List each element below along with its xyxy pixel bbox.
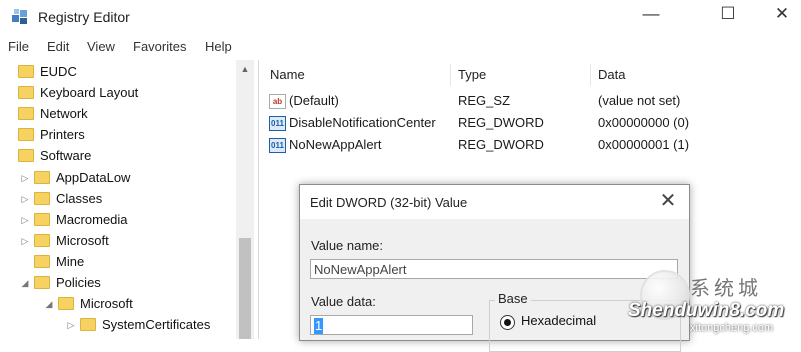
value-type: REG_SZ — [458, 93, 511, 108]
folder-icon — [18, 107, 34, 121]
watermark-brand-en: Shenduwin8.com — [628, 300, 785, 321]
folder-icon — [18, 128, 34, 142]
maximize-button[interactable]: ☐ — [698, 0, 758, 30]
value-data-input[interactable]: 1 — [310, 315, 473, 335]
expand-arrow-icon[interactable]: ▷ — [64, 315, 78, 335]
folder-icon — [34, 234, 50, 248]
expand-arrow-icon[interactable]: ▷ — [18, 189, 32, 209]
value-type: REG_DWORD — [458, 137, 544, 152]
value-data-text: 1 — [314, 318, 324, 334]
collapse-arrow-icon[interactable]: ◢ — [18, 273, 32, 293]
dword-value-icon: 011 — [269, 138, 286, 153]
tree-item[interactable]: ▷ Macromedia — [18, 210, 128, 230]
tree-item[interactable]: ▷ Classes — [18, 189, 103, 209]
collapse-arrow-icon[interactable]: ◢ — [42, 294, 56, 314]
window-title: Registry Editor — [38, 9, 130, 25]
value-data: (value not set) — [598, 93, 681, 108]
folder-icon — [34, 276, 50, 290]
hexadecimal-radio[interactable] — [500, 315, 515, 330]
value-row[interactable]: ab (Default) REG_SZ (value not set) — [262, 90, 801, 112]
menu-help[interactable]: Help — [205, 39, 232, 54]
tree-item[interactable]: Mine — [18, 252, 84, 272]
expand-arrow-icon[interactable]: ▷ — [18, 231, 32, 251]
value-data-label: Value data: — [311, 294, 376, 309]
close-window-button[interactable]: ✕ — [752, 0, 801, 30]
value-name: DisableNotificationCenter — [289, 115, 436, 130]
folder-icon — [34, 213, 50, 227]
tree-scrollbar[interactable]: ▲ — [236, 60, 254, 339]
value-name-field: NoNewAppAlert — [310, 259, 678, 279]
tree-item[interactable]: Network — [2, 104, 88, 124]
scroll-up-arrow-icon[interactable]: ▲ — [236, 62, 254, 76]
column-divider[interactable] — [590, 64, 591, 86]
registry-key-tree: EUDC Keyboard Layout Network Printers So… — [0, 60, 259, 339]
dialog-close-button[interactable]: ✕ — [655, 189, 681, 215]
menu-file[interactable]: File — [8, 39, 29, 54]
tree-item[interactable]: ◢ Microsoft — [42, 294, 133, 314]
minimize-button[interactable]: — — [621, 0, 681, 30]
tree-item[interactable]: Keyboard Layout — [2, 83, 138, 103]
value-data: 0x00000001 (1) — [598, 137, 690, 152]
value-data: 0x00000000 (0) — [598, 115, 690, 130]
tree-item[interactable]: ▷ AppDataLow — [18, 168, 131, 188]
dialog-title: Edit DWORD (32-bit) Value — [310, 195, 468, 210]
value-name-label: Value name: — [311, 238, 384, 253]
watermark-url: xitongcheng.com — [690, 322, 774, 334]
tree-item[interactable]: ◢ Policies — [18, 273, 101, 293]
tree-item[interactable]: Software — [2, 146, 91, 166]
folder-icon — [34, 255, 50, 269]
folder-icon — [18, 149, 34, 163]
tree-item[interactable]: Printers — [2, 125, 85, 145]
folder-icon — [80, 318, 96, 332]
title-bar: Registry Editor — ☐ ✕ — [0, 0, 801, 34]
value-name: NoNewAppAlert — [289, 137, 382, 152]
dialog-title-bar[interactable]: Edit DWORD (32-bit) Value ✕ — [300, 185, 689, 219]
menu-bar: File Edit View Favorites Help — [0, 36, 801, 58]
column-divider[interactable] — [450, 64, 451, 86]
value-type: REG_DWORD — [458, 115, 544, 130]
expand-arrow-icon[interactable]: ▷ — [18, 168, 32, 188]
scrollbar-thumb[interactable] — [239, 238, 251, 339]
folder-icon — [18, 86, 34, 100]
folder-icon — [34, 192, 50, 206]
tree-item[interactable]: EUDC — [2, 62, 77, 82]
value-name: (Default) — [289, 93, 339, 108]
folder-icon — [34, 171, 50, 185]
expand-arrow-icon[interactable]: ▷ — [18, 210, 32, 230]
menu-view[interactable]: View — [87, 39, 115, 54]
tree-item[interactable]: ▷ SystemCertificates — [64, 315, 211, 335]
menu-edit[interactable]: Edit — [47, 39, 69, 54]
menu-favorites[interactable]: Favorites — [133, 39, 186, 54]
column-header-type[interactable]: Type — [458, 67, 486, 82]
column-header-data[interactable]: Data — [598, 67, 625, 82]
dword-value-icon: 011 — [269, 116, 286, 131]
folder-icon — [58, 297, 74, 311]
tree-item[interactable]: ▷ Microsoft — [18, 231, 109, 251]
string-value-icon: ab — [269, 94, 286, 109]
folder-icon — [18, 65, 34, 79]
watermark-brand-cn: 系统城 — [690, 278, 762, 300]
value-row[interactable]: 011 DisableNotificationCenter REG_DWORD … — [262, 112, 801, 134]
value-row[interactable]: 011 NoNewAppAlert REG_DWORD 0x00000001 (… — [262, 134, 801, 156]
hexadecimal-radio-label[interactable]: Hexadecimal — [521, 313, 596, 328]
column-header-name[interactable]: Name — [270, 67, 305, 82]
registry-editor-icon — [12, 9, 27, 24]
base-group-label: Base — [495, 291, 531, 306]
